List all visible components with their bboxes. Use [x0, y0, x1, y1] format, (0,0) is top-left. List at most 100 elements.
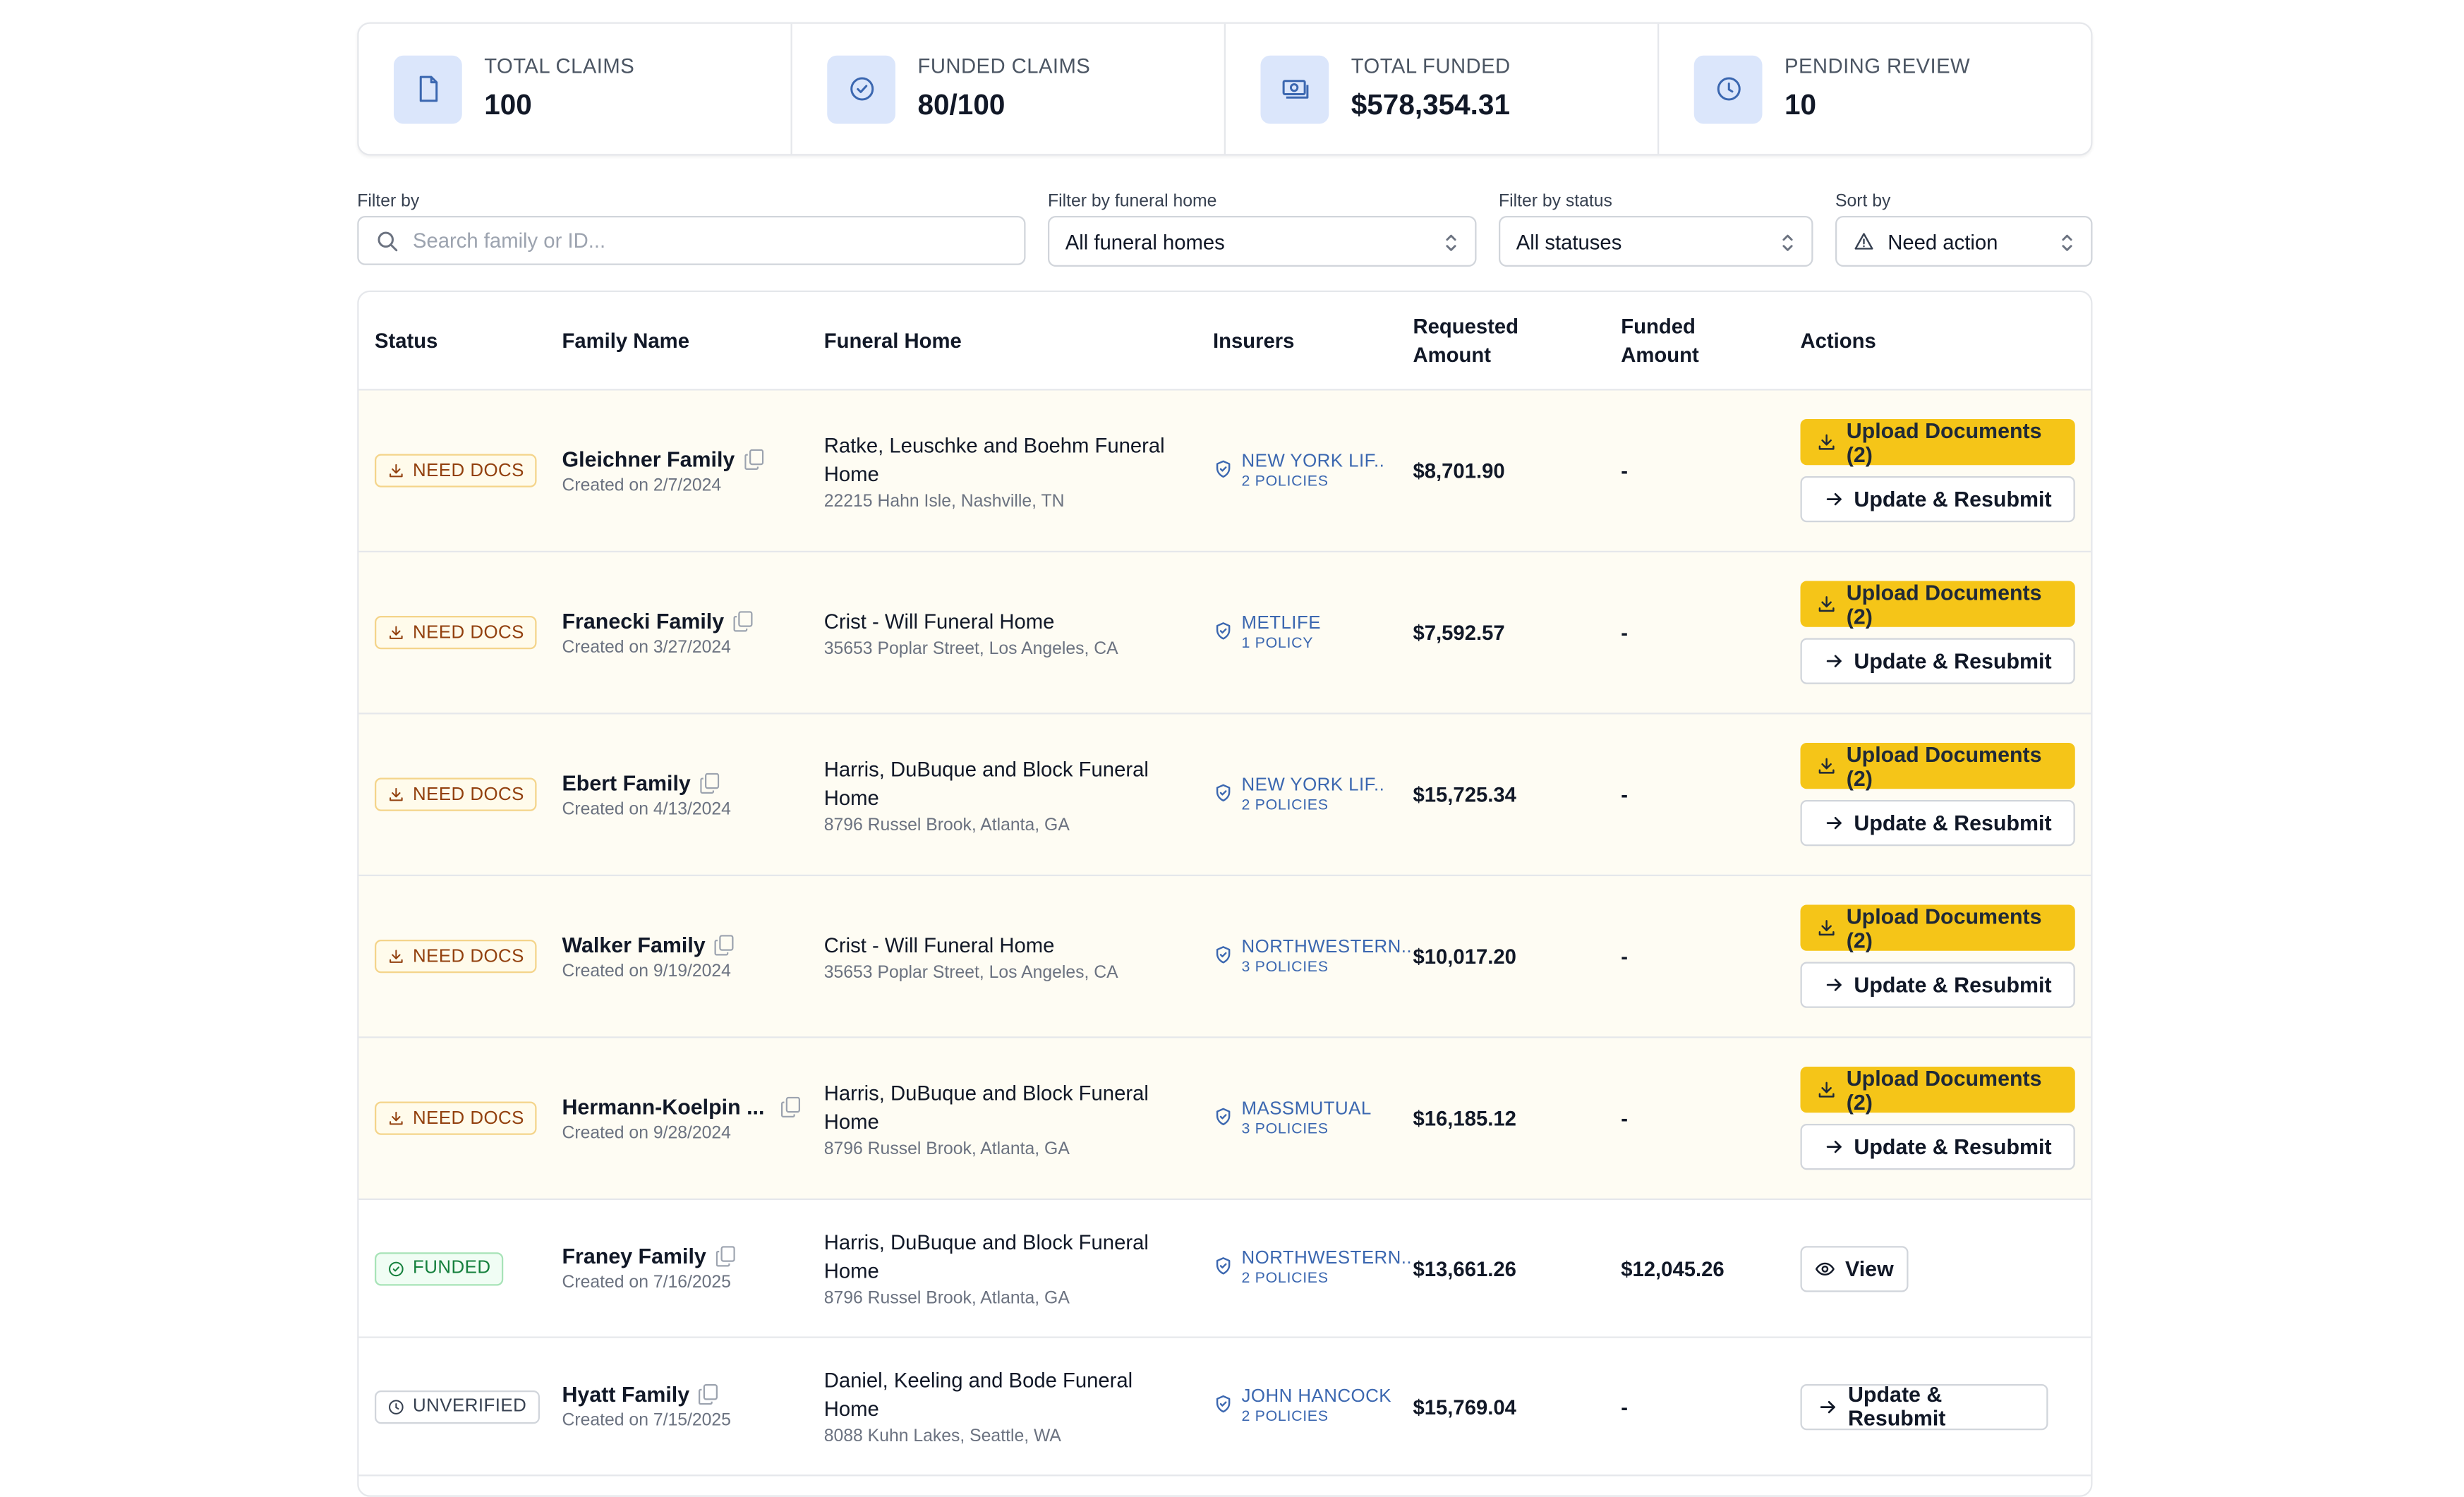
created-date: Created on 3/27/2024 [562, 637, 731, 657]
upload-documents-button[interactable]: Upload Documents (2) [1800, 1066, 2075, 1113]
status-badge-label: NEED DOCS [413, 947, 524, 966]
insurer-name: METLIFE [1241, 613, 1321, 633]
download-icon [1816, 1079, 1847, 1100]
funeral-home-cell: Ratke, Leuschke and Boehm Funeral Home 22… [824, 391, 1173, 551]
insurer-link[interactable]: MASSMUTUAL 3 POLICIES [1213, 1099, 1372, 1137]
family-cell: Franey Family Created on 7/16/2025 [562, 1200, 809, 1337]
filter-bar: Filter by Search family or ID... Filter … [357, 188, 2093, 270]
family-name[interactable]: Walker Family [562, 933, 735, 957]
upload-documents-button[interactable]: Upload Documents (2) [1800, 742, 2075, 789]
update-resubmit-button[interactable]: Update & Resubmit [1800, 962, 2075, 1008]
update-resubmit-button[interactable]: Update & Resubmit [1800, 800, 2075, 847]
family-name[interactable]: Franey Family [562, 1244, 735, 1268]
filter-funeral-home-group: Filter by funeral home All funeral homes [1048, 188, 1477, 267]
copy-icon[interactable] [744, 448, 763, 469]
status-select[interactable]: All statuses [1499, 216, 1813, 267]
copy-icon[interactable] [715, 934, 735, 955]
arrow-right-icon [1818, 1396, 1848, 1417]
update-resubmit-label: Update & Resubmit [1854, 1134, 2052, 1159]
insurer-link[interactable]: JOHN HANCOCK 2 POLICIES [1213, 1388, 1391, 1426]
sort-select[interactable]: Need action [1835, 216, 2093, 267]
status-value: All statuses [1516, 229, 1622, 253]
eye-icon [1815, 1258, 1845, 1278]
copy-icon[interactable] [733, 610, 753, 631]
insurer-name: MASSMUTUAL [1241, 1099, 1372, 1119]
funeral-home-address: 8796 Russel Brook, Atlanta, GA [823, 1139, 1070, 1158]
update-resubmit-button[interactable]: Update & Resubmit [1800, 1382, 2048, 1431]
funeral-home-select[interactable]: All funeral homes [1048, 216, 1477, 267]
requested-amount: $10,017.20 [1413, 944, 1516, 969]
update-resubmit-button[interactable]: Update & Resubmit [1800, 1124, 2075, 1170]
clock-icon [1693, 54, 1763, 123]
header-funded-amount[interactable]: Funded Amount [1621, 292, 1732, 391]
header-status[interactable]: Status [375, 292, 437, 391]
actions-cell: Upload Documents (2) Update & Resubmit [1800, 391, 2075, 551]
insurer-link[interactable]: NORTHWESTERN.. 3 POLICIES [1213, 938, 1412, 976]
upload-documents-button[interactable]: Upload Documents (2) [1800, 580, 2075, 628]
copy-icon[interactable] [699, 1384, 718, 1405]
shield-check-icon [1213, 451, 1242, 478]
created-date: Created on 9/19/2024 [562, 961, 731, 981]
upload-documents-button[interactable]: Upload Documents (2) [1800, 904, 2075, 952]
funeral-home-cell: Harris, DuBuque and Block Funeral Home 87… [824, 715, 1173, 875]
shield-check-icon [1213, 1249, 1242, 1276]
funeral-home-cell: Crist - Will Funeral Home 35653 Poplar St… [824, 876, 1173, 1036]
header-funeral-home[interactable]: Funeral Home [824, 292, 962, 391]
sort-value: Need action [1888, 229, 1998, 253]
family-name[interactable]: Franecki Family [562, 609, 753, 633]
header-requested-amount[interactable]: Requested Amount [1413, 292, 1540, 391]
chevron-updown-icon [1446, 234, 1456, 251]
shield-check-icon [1213, 938, 1242, 964]
update-resubmit-label: Update & Resubmit [1854, 487, 2052, 511]
table-row: FUNDED Franey Family Created on 7/16/2025 H… [358, 1200, 2091, 1338]
stat-label: FUNDED CLAIMS [917, 53, 1091, 78]
upload-documents-label: Upload Documents (2) [1846, 418, 2042, 466]
insurer-link[interactable]: NORTHWESTERN.. 2 POLICIES [1213, 1249, 1412, 1287]
copy-icon[interactable] [715, 1246, 735, 1267]
update-resubmit-button[interactable]: Update & Resubmit [1800, 638, 2075, 684]
header-insurers[interactable]: Insurers [1213, 292, 1294, 391]
insurer-name: NORTHWESTERN.. [1241, 1249, 1413, 1268]
check-circle-icon [387, 1259, 413, 1277]
arrow-right-icon [1824, 489, 1854, 509]
search-icon [378, 231, 398, 251]
requested-amount: $15,769.04 [1413, 1394, 1516, 1419]
funeral-home-cell: Crist - Will Funeral Home 35653 Poplar St… [824, 552, 1173, 713]
family-cell: Hermann-Koelpin ... Created on 9/28/2024 [562, 1038, 809, 1199]
family-name[interactable]: Hyatt Family [562, 1383, 731, 1407]
view-button[interactable]: View [1800, 1245, 1909, 1292]
family-name[interactable]: Gleichner Family [562, 447, 763, 471]
header-family-name[interactable]: Family Name [562, 292, 689, 391]
table-row: NEED DOCS Hermann-Koelpin ... Created on 9… [358, 1038, 2091, 1200]
upload-documents-button[interactable]: Upload Documents (2) [1800, 418, 2075, 466]
update-resubmit-label: Update & Resubmit [1848, 1382, 1946, 1431]
family-name-text: Franecki Family [562, 608, 725, 633]
stat-value: 10 [1784, 87, 1817, 120]
insurer-link[interactable]: NEW YORK LIF.. 2 POLICIES [1213, 775, 1384, 813]
funeral-home-name: Crist - Will Funeral Home [823, 932, 1055, 957]
family-name[interactable]: Ebert Family [562, 770, 731, 794]
download-icon [1816, 432, 1847, 452]
copy-icon[interactable] [780, 1096, 799, 1117]
stat-value: 100 [484, 87, 532, 120]
insurers-cell: NEW YORK LIF.. 2 POLICIES [1213, 715, 1384, 875]
sort-group: Sort by Need action [1835, 188, 2093, 267]
family-name[interactable]: Hermann-Koelpin ... [562, 1094, 799, 1118]
download-icon [387, 624, 413, 641]
family-name-text: Hyatt Family [562, 1382, 690, 1407]
family-cell: Gleichner Family Created on 2/7/2024 [562, 391, 809, 551]
actions-cell: Upload Documents (2) Update & Resubmit [1800, 1038, 2075, 1199]
insurer-name: NEW YORK LIF.. [1241, 775, 1385, 795]
family-name-text: Hermann-Koelpin ... [562, 1094, 765, 1119]
funeral-home-address: 8796 Russel Brook, Atlanta, GA [823, 1289, 1070, 1308]
insurer-link[interactable]: METLIFE 1 POLICY [1213, 614, 1321, 652]
funeral-home-cell: Daniel, Keeling and Bode Funeral Home 808… [824, 1338, 1173, 1475]
check-circle-icon [827, 54, 895, 123]
update-resubmit-button[interactable]: Update & Resubmit [1800, 476, 2075, 523]
insurer-link[interactable]: NEW YORK LIF.. 2 POLICIES [1213, 451, 1384, 490]
requested-amount: $16,185.12 [1413, 1106, 1516, 1130]
search-input[interactable]: Search family or ID... [357, 216, 1026, 265]
copy-icon[interactable] [700, 772, 720, 793]
family-name-text: Walker Family [562, 932, 706, 957]
table-row: NEED DOCS Gleichner Family Created on 2/7/… [358, 390, 2091, 552]
